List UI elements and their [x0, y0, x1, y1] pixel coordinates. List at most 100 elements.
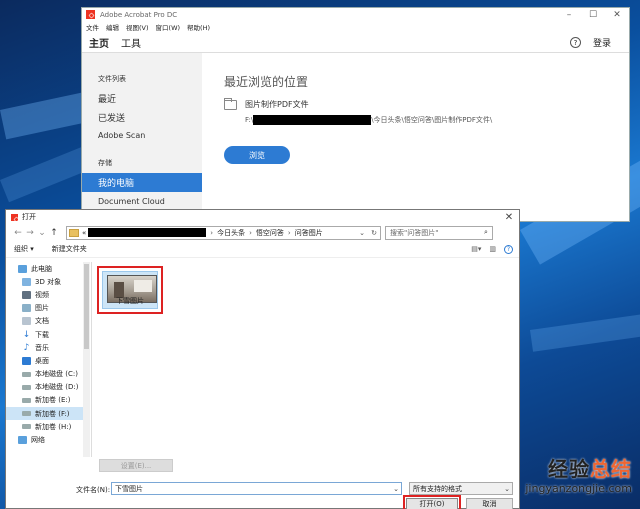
login-link[interactable]: 登录 [593, 36, 611, 49]
computer-icon [18, 264, 27, 273]
recent-folder-name[interactable]: 图片制作PDF文件 [245, 99, 309, 110]
recent-path-prefix: F:\ [245, 116, 254, 124]
tree-item-drive-e[interactable]: 新加卷 (E:) [6, 394, 90, 407]
drive-icon [22, 397, 31, 403]
sidebar-item-sent[interactable]: 已发送 [82, 111, 125, 124]
cancel-button[interactable]: 取消 [466, 498, 513, 509]
search-placeholder: 搜索"问答图片" [390, 228, 439, 237]
tree-item-label: 3D 对象 [35, 277, 62, 286]
scrollbar-thumb[interactable] [84, 264, 89, 349]
sidebar-item-document-cloud[interactable]: Document Cloud [82, 197, 165, 206]
tree-item-label: 网络 [31, 436, 45, 445]
tab-tools[interactable]: 工具 [121, 35, 141, 50]
tree-item-label: 本地磁盘 (C:) [35, 370, 78, 379]
tree-item-downloads[interactable]: ↓ 下载 [6, 328, 90, 341]
breadcrumb-segment[interactable]: 问答图片 [295, 228, 323, 238]
tree-item-drive-d[interactable]: 本地磁盘 (D:) [6, 381, 90, 394]
menu-window[interactable]: 窗口(W) [156, 22, 181, 32]
redaction-bar [88, 228, 207, 237]
chevron-down-icon[interactable]: ⌄ [356, 229, 368, 237]
file-list: 下雪图片 [91, 262, 519, 457]
tree-item-this-pc[interactable]: 此电脑 [6, 262, 90, 275]
open-button[interactable]: 打开(O) [406, 498, 458, 509]
close-icon[interactable]: ✕ [605, 10, 629, 20]
breadcrumb-segment[interactable]: 今日头条 [217, 228, 245, 238]
tree-item-label: 桌面 [35, 356, 49, 365]
help-icon[interactable]: ? [504, 244, 513, 254]
drive-icon [22, 411, 31, 417]
tree-item-label: 新加卷 (H:) [35, 422, 72, 431]
picture-icon [22, 304, 31, 313]
settings-button[interactable]: 设置(E)... [99, 459, 173, 472]
address-row: ← → ⌄ ↑ « › 今日头条 › 悟空问答 › 问答图片 ⌄ ↻ 搜索"问答… [6, 224, 519, 241]
tree-item-3d-objects[interactable]: 3D 对象 [6, 275, 90, 288]
tree-item-label: 此电脑 [31, 264, 52, 273]
sidebar-item-my-computer[interactable]: 我的电脑 [82, 173, 202, 192]
browse-button[interactable]: 浏览 [224, 146, 290, 164]
settings-row: 设置(E)... [6, 457, 519, 475]
sidebar-item-adobe-scan[interactable]: Adobe Scan [82, 131, 145, 140]
sidebar-item-recent[interactable]: 最近 [82, 92, 116, 105]
address-bar[interactable]: « › 今日头条 › 悟空问答 › 问答图片 ⌄ ↻ [66, 225, 381, 240]
menu-help[interactable]: 帮助(H) [187, 22, 210, 32]
address-prefix: « [82, 228, 87, 237]
forward-arrow-icon[interactable]: → [24, 228, 36, 238]
chevron-down-icon[interactable]: ⌄ [391, 485, 401, 493]
tree-item-videos[interactable]: 视频 [6, 288, 90, 301]
back-arrow-icon[interactable]: ← [12, 228, 24, 238]
chevron-down-icon[interactable]: ⌄ [36, 228, 48, 238]
watermark-cn-a: 经验 [548, 457, 590, 481]
filename-input[interactable]: 下雪图片 ⌄ [111, 482, 402, 495]
tree-item-music[interactable]: ♪ 音乐 [6, 341, 90, 354]
tree-item-network[interactable]: 网络 [6, 433, 90, 446]
tree-item-label: 新加卷 (F:) [35, 409, 70, 418]
desktop-icon [22, 356, 31, 365]
dialog-close-icon[interactable]: ✕ [499, 212, 519, 223]
video-icon [22, 290, 31, 299]
menu-file[interactable]: 文件 [86, 22, 99, 32]
watermark-cn-b: 总结 [590, 457, 632, 481]
tree-scrollbar[interactable] [83, 262, 90, 457]
tree-item-drive-f[interactable]: 新加卷 (F:) [6, 407, 90, 421]
up-arrow-icon[interactable]: ↑ [48, 228, 60, 238]
watermark-cn: 经验总结 [525, 453, 632, 482]
dialog-toolbar: 组织 ▾ 新建文件夹 ▤▾ ▥ ? [6, 241, 519, 258]
organize-button[interactable]: 组织 ▾ [14, 244, 34, 254]
minimize-icon[interactable]: – [557, 10, 581, 20]
acrobat-sidebar: 文件列表 最近 已发送 Adobe Scan 存储 我的电脑 Document … [82, 53, 202, 223]
redaction-bar [253, 115, 372, 125]
filetype-select[interactable]: 所有支持的格式 ⌄ [409, 482, 513, 495]
tree-item-pictures[interactable]: 图片 [6, 302, 90, 315]
menu-view[interactable]: 视图(V) [126, 22, 149, 32]
help-icon[interactable]: ? [569, 37, 581, 48]
search-input[interactable]: 搜索"问答图片" ⌕ [385, 225, 493, 240]
tree-item-drive-c[interactable]: 本地磁盘 (C:) [6, 368, 90, 381]
recent-locations-title: 最近浏览的位置 [224, 75, 309, 89]
document-icon [22, 317, 31, 326]
drive-icon [22, 371, 31, 377]
breadcrumb-segment[interactable]: 悟空问答 [256, 228, 284, 238]
tab-home[interactable]: 主页 [89, 35, 109, 50]
tree-item-documents[interactable]: 文档 [6, 315, 90, 328]
recent-folder-path: F:\ \今日头条\悟空问答\图片制作PDF文件\ [245, 115, 492, 125]
tree-item-desktop[interactable]: 桌面 [6, 354, 90, 367]
network-icon [18, 436, 27, 445]
tree-item-drive-h[interactable]: 新加卷 (H:) [6, 420, 90, 433]
new-folder-button[interactable]: 新建文件夹 [52, 244, 87, 254]
tree-item-label: 本地磁盘 (D:) [35, 383, 79, 392]
tree-item-label: 文档 [35, 317, 49, 326]
preview-pane-icon[interactable]: ▥ [489, 245, 496, 254]
storage-heading: 存储 [98, 159, 112, 167]
file-tile[interactable]: 下雪图片 [102, 271, 158, 309]
file-tile-highlight: 下雪图片 [97, 266, 163, 314]
acrobat-tabs: 主页 工具 ? 登录 [82, 33, 629, 53]
file-name: 下雪图片 [116, 297, 144, 305]
view-options-icon[interactable]: ▤▾ [471, 245, 481, 254]
tree-item-label: 下载 [35, 330, 49, 339]
menu-edit[interactable]: 编辑 [106, 22, 119, 32]
music-icon: ♪ [23, 342, 30, 353]
search-icon: ⌕ [484, 228, 488, 236]
filename-label: 文件名(N): [76, 486, 111, 494]
refresh-icon[interactable]: ↻ [368, 229, 380, 237]
maximize-icon[interactable]: ☐ [581, 10, 605, 20]
